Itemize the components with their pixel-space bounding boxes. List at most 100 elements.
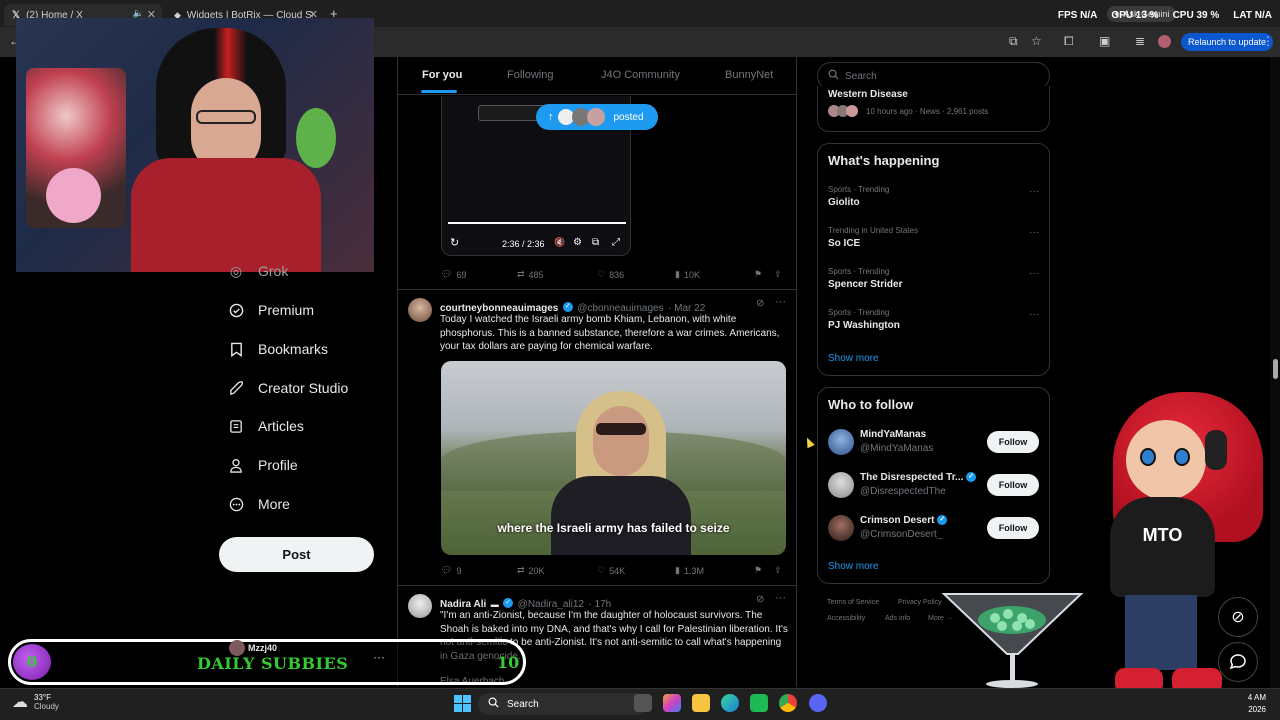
more-options-icon[interactable]: ··· xyxy=(1029,309,1039,320)
taskbar-search[interactable]: Search xyxy=(478,693,648,715)
post-button[interactable]: Post xyxy=(219,537,374,572)
fullscreen-icon[interactable]: ⤢ xyxy=(612,237,620,248)
daily-subbies-bar: 0 Mzzj40 DAILY SUBBIES ··· 10 xyxy=(8,639,526,685)
grok-fab[interactable]: ⊘ xyxy=(1218,597,1258,637)
footer-ads-info[interactable]: Ads info xyxy=(885,615,910,622)
more-options-icon[interactable]: ··· xyxy=(1029,268,1039,279)
cpu-readout: CPU 39 % xyxy=(1172,10,1220,21)
show-more-link[interactable]: Show more xyxy=(828,353,879,364)
share-icon[interactable]: ⇪ xyxy=(774,565,782,576)
premium-icon xyxy=(228,302,244,318)
scrollbar-thumb[interactable] xyxy=(1273,359,1278,379)
repost-count[interactable]: ⇄ 485 xyxy=(517,269,544,280)
chrome-icon[interactable] xyxy=(779,694,797,712)
edge-icon[interactable] xyxy=(721,694,739,712)
relaunch-button[interactable]: Relaunch to update xyxy=(1181,33,1273,51)
discord-icon[interactable] xyxy=(809,694,827,712)
reply-icon: 💬︎ xyxy=(441,565,453,575)
grok-icon[interactable]: ⊘ xyxy=(756,594,764,605)
follow-button[interactable]: Follow xyxy=(987,431,1039,453)
task-view-icon[interactable] xyxy=(634,694,652,712)
clock-time[interactable]: 4 AM xyxy=(1248,693,1266,702)
nav-bookmarks[interactable]: Bookmarks xyxy=(228,338,328,360)
copilot-icon[interactable] xyxy=(663,694,681,712)
star-icon[interactable]: ☆ xyxy=(1031,34,1042,48)
search-icon xyxy=(828,69,839,83)
reply-count[interactable]: 💬︎ 9 xyxy=(441,565,461,576)
more-options-icon[interactable]: ··· xyxy=(775,296,786,308)
verified-icon: ✓ xyxy=(503,597,514,608)
grok-icon: ◎ xyxy=(229,262,243,279)
messages-fab[interactable] xyxy=(1218,642,1258,682)
nav-creator-studio[interactable]: Creator Studio xyxy=(228,377,348,399)
avatar xyxy=(828,429,854,455)
more-icon xyxy=(228,496,244,512)
who-to-follow-card: Who to follow MindYaManas @MindYaManas F… xyxy=(817,387,1050,584)
install-app-icon[interactable]: ⧉ xyxy=(1009,34,1018,49)
nav-grok[interactable]: ◎ Grok xyxy=(228,260,288,282)
like-count[interactable]: ♡ 54K xyxy=(597,565,625,576)
reply-count[interactable]: 💬︎ 69 xyxy=(441,269,466,280)
weather-widget[interactable]: ☁ 33°F Cloudy xyxy=(12,692,59,712)
file-explorer-icon[interactable] xyxy=(692,694,710,712)
view-count[interactable]: ▮ 1.3M xyxy=(675,565,704,576)
view-count[interactable]: ▮ 10K xyxy=(675,269,700,280)
footer-terms[interactable]: Terms of Service xyxy=(827,599,879,606)
tab-j4o-community[interactable]: J4O Community xyxy=(601,69,680,81)
main-feed: For you Following J4O Community BunnyNet… xyxy=(397,57,797,687)
tab-following[interactable]: Following xyxy=(507,69,553,81)
bookmark-icon[interactable]: ⚑ xyxy=(754,565,762,576)
clock-date[interactable]: 2026 xyxy=(1248,705,1266,714)
video-progress[interactable] xyxy=(448,222,626,224)
footer-accessibility[interactable]: Accessibility xyxy=(827,615,865,622)
nav-articles[interactable]: Articles xyxy=(228,415,304,437)
more-options-icon[interactable]: ··· xyxy=(1029,186,1039,197)
tab-bunnynet[interactable]: BunnyNet xyxy=(725,69,773,81)
news-avatars xyxy=(828,105,858,117)
follow-button[interactable]: Follow xyxy=(987,474,1039,496)
verified-icon: ✓ xyxy=(937,515,948,526)
martini-glass-icon xyxy=(941,593,1084,688)
flag-icon: ▬ xyxy=(490,600,499,609)
woman-face xyxy=(593,406,649,476)
avatar[interactable] xyxy=(408,298,432,322)
more-options-icon[interactable]: ··· xyxy=(775,592,786,604)
views-icon: ▮ xyxy=(675,269,680,279)
avatar xyxy=(828,515,854,541)
footer-privacy[interactable]: Privacy Policy xyxy=(898,599,942,606)
avatar xyxy=(846,105,858,117)
grok-icon[interactable]: ⊘ xyxy=(756,298,764,309)
extensions-icon[interactable]: ⧠ xyxy=(1064,34,1074,49)
weather-desc: Cloudy xyxy=(34,702,59,711)
nav-more[interactable]: More xyxy=(228,493,290,515)
tab-for-you[interactable]: For you xyxy=(422,69,462,81)
tweet-video[interactable]: where the Israeli army has failed to sei… xyxy=(441,361,786,555)
tweet-divider xyxy=(398,289,796,290)
more-options-icon[interactable]: ··· xyxy=(1029,227,1039,238)
sidepanel-icon[interactable]: ▣ xyxy=(1099,34,1110,48)
pip-icon[interactable]: ⧉ xyxy=(592,237,599,248)
settings-icon[interactable]: ⚙ xyxy=(573,237,582,248)
replay-icon[interactable]: ↻ xyxy=(450,236,459,249)
like-count[interactable]: ♡ 836 xyxy=(597,269,624,280)
bookmark-icon[interactable]: ⚑ xyxy=(754,269,762,280)
nav-premium[interactable]: Premium xyxy=(228,299,314,321)
start-button[interactable] xyxy=(454,695,471,717)
scrollbar[interactable] xyxy=(1270,57,1280,688)
menu-icon[interactable]: ⋮ xyxy=(1262,34,1274,48)
news-card[interactable]: Western Disease 10 hours ago · News · 2,… xyxy=(817,86,1050,132)
nav-profile[interactable]: Profile xyxy=(228,454,298,476)
mute-icon[interactable]: 🔇 xyxy=(554,237,565,248)
share-icon[interactable]: ⇪ xyxy=(774,269,782,280)
app-green-icon[interactable] xyxy=(750,694,768,712)
cloud-icon: ☁ xyxy=(12,694,28,711)
follow-button[interactable]: Follow xyxy=(987,517,1039,539)
show-more-link[interactable]: Show more xyxy=(828,561,879,572)
repost-count[interactable]: ⇄ 20K xyxy=(517,565,545,576)
reading-list-icon[interactable]: ≣ xyxy=(1135,34,1145,48)
profile-avatar[interactable] xyxy=(1158,35,1171,48)
avatar[interactable] xyxy=(408,594,432,618)
video-time: 2:36 / 2:36 xyxy=(502,239,545,249)
new-posts-pill[interactable]: ↑ posted xyxy=(536,104,658,130)
who-to-follow-title: Who to follow xyxy=(828,397,914,412)
